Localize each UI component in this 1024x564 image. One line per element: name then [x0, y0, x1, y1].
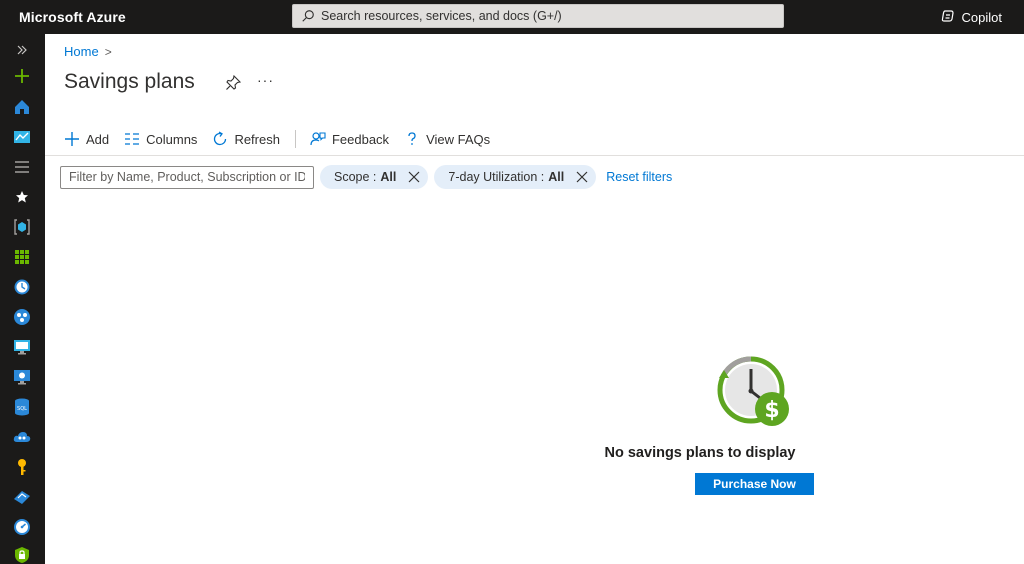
create-resource-icon[interactable]	[12, 66, 32, 86]
app-services-icon[interactable]	[12, 307, 32, 327]
scope-filter-pill[interactable]: Scope : All	[320, 165, 429, 189]
feedback-icon	[310, 132, 326, 146]
pin-icon[interactable]	[225, 75, 241, 91]
view-faqs-button[interactable]: View FAQs	[404, 131, 490, 147]
copilot-label: Copilot	[961, 9, 1002, 25]
columns-icon	[125, 133, 140, 145]
favorites-star-icon[interactable]	[12, 187, 32, 207]
question-mark-icon	[408, 132, 416, 145]
savings-clock-icon: $	[717, 356, 789, 426]
view-faqs-label: View FAQs	[426, 131, 491, 147]
home-icon[interactable]	[12, 97, 32, 117]
all-resources-icon[interactable]	[12, 247, 32, 267]
recent-clock-icon[interactable]	[12, 277, 32, 297]
monitor-gauge-icon[interactable]	[12, 517, 32, 537]
filter-input[interactable]	[60, 165, 314, 189]
security-lock-icon[interactable]	[12, 545, 32, 564]
devops-icon[interactable]	[12, 487, 32, 507]
search-icon	[302, 10, 314, 22]
more-options-button[interactable]: ···	[257, 72, 274, 88]
search-input[interactable]	[321, 9, 761, 23]
key-vault-icon[interactable]	[12, 457, 32, 477]
feedback-button[interactable]: Feedback	[310, 131, 389, 147]
utilization-filter-value: All	[548, 170, 565, 184]
cloud-services-icon[interactable]	[12, 427, 32, 447]
add-label: Add	[86, 131, 110, 147]
expand-icon[interactable]	[12, 40, 32, 60]
svg-text:$: $	[764, 398, 779, 423]
refresh-label: Refresh	[234, 131, 280, 147]
command-bar-divider	[45, 155, 1024, 156]
breadcrumb-separator: >	[104, 44, 112, 59]
refresh-icon	[214, 131, 227, 146]
reset-filters-link[interactable]: Reset filters	[606, 170, 672, 184]
close-icon[interactable]	[574, 169, 590, 185]
close-icon[interactable]	[406, 169, 422, 185]
brand-title[interactable]: Microsoft Azure	[19, 9, 126, 25]
empty-state-message: No savings plans to display	[604, 445, 796, 461]
utilization-filter-label: 7-day Utilization :	[448, 170, 545, 184]
plus-icon	[65, 132, 79, 146]
global-search[interactable]	[292, 4, 784, 28]
copilot-icon	[941, 10, 954, 22]
columns-label: Columns	[146, 131, 198, 147]
filter-bar: Scope : All 7-day Utilization : All Rese…	[60, 165, 672, 189]
add-button[interactable]: Add	[64, 131, 109, 147]
dashboard-icon[interactable]	[12, 127, 32, 147]
utilization-filter-pill[interactable]: 7-day Utilization : All	[434, 165, 597, 189]
columns-button[interactable]: Columns	[124, 131, 197, 147]
virtual-machines-icon[interactable]	[12, 337, 32, 357]
all-services-icon[interactable]	[12, 157, 32, 177]
breadcrumb: Home >	[64, 44, 112, 59]
copilot-button[interactable]: Copilot	[940, 0, 1002, 34]
breadcrumb-home-link[interactable]: Home	[64, 44, 99, 59]
toolbar-divider	[294, 130, 296, 148]
scope-filter-label: Scope :	[334, 170, 377, 184]
scope-filter-value: All	[380, 170, 397, 184]
sql-database-icon[interactable]: SQL	[12, 397, 32, 417]
purchase-now-button[interactable]: Purchase Now	[695, 473, 814, 495]
command-bar: Add Columns Refresh Feedback View FAQs	[64, 128, 505, 150]
virtual-desktop-icon[interactable]	[12, 367, 32, 387]
main-content: Home > Savings plans ··· Add Columns Ref…	[45, 34, 1024, 564]
page-title: Savings plans	[64, 70, 195, 93]
left-nav-rail: SQL	[0, 34, 45, 564]
svg-text:SQL: SQL	[17, 406, 27, 412]
top-bar: Microsoft Azure Copilot	[0, 0, 1024, 34]
resource-groups-icon[interactable]	[12, 217, 32, 237]
feedback-label: Feedback	[331, 131, 390, 147]
refresh-button[interactable]: Refresh	[212, 131, 280, 147]
